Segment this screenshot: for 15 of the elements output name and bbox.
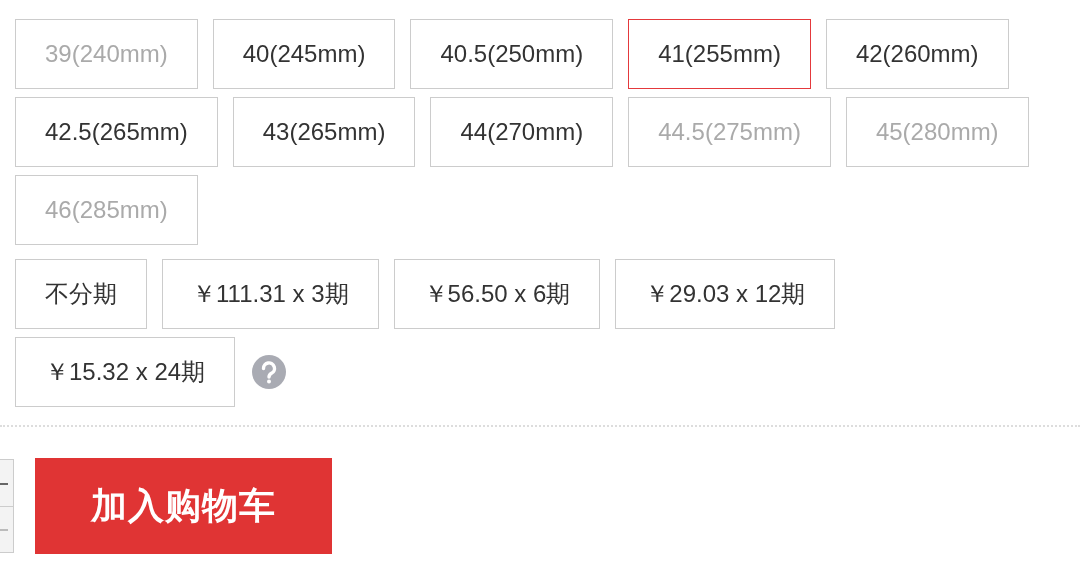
size-option[interactable]: 41(255mm) [628,19,811,89]
size-option[interactable]: 42.5(265mm) [15,97,218,167]
size-option[interactable]: 40(245mm) [212,19,396,89]
help-icon[interactable] [252,355,287,389]
size-option[interactable]: 44(270mm) [430,97,614,167]
add-to-cart-button[interactable]: 加入购物车 [35,458,332,554]
size-option[interactable]: 43(265mm) [232,97,416,167]
quantity-stepper[interactable] [0,459,14,553]
installment-option[interactable]: ￥29.03 x 12期 [615,259,836,329]
size-option[interactable]: 40.5(250mm) [410,19,614,89]
installment-option[interactable]: 不分期 [15,259,147,329]
installment-option[interactable]: ￥111.31 x 3期 [162,259,379,329]
installment-option[interactable]: ￥15.32 x 24期 [15,337,236,407]
installment-option[interactable]: ￥56.50 x 6期 [393,259,601,329]
size-option[interactable]: 42(260mm) [825,19,1009,89]
